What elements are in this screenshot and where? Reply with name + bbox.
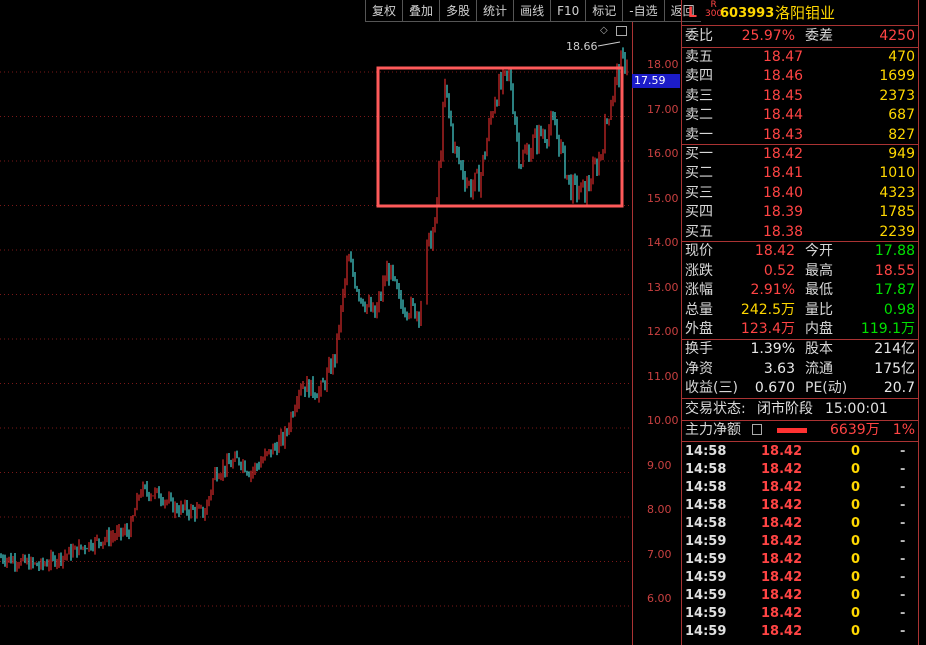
axis-tick-label: 17.00 [647,102,679,116]
ask-row[interactable]: 卖一 18.43 827 [685,126,915,145]
trade-tick-row: 14:59 18.42 0- [685,624,906,639]
axis-tick-label: 16.00 [647,147,679,160]
bid-row[interactable]: 买二 18.41 1010 [685,164,915,183]
trade-tick-row: 14:59 18.42 0- [685,588,906,603]
high-annotation: 18.66 [566,40,598,53]
bid-row[interactable]: 买五 18.38 2239 [685,223,915,242]
quote-panel: L R 300 603993 洛阳钼业 委比 25.97% 委差 4250 卖五… [681,0,919,645]
toolbar-button-4[interactable]: 画线 [513,0,551,22]
axis-tick-label: 7.00 [647,547,672,561]
trade-tick-row: 14:59 18.42 0- [685,570,906,585]
toolbar-button-7[interactable]: -自选 [622,0,664,22]
axis-tick-label: 8.00 [647,503,672,516]
quote-row: 涨跌 0.52 最高 18.55 [685,262,915,279]
stock-header: L R 300 603993 洛阳钼业 [685,1,915,24]
axis-tick-label: 15.00 [647,191,679,205]
trade-tick-row: 14:59 18.42 0- [685,552,906,567]
quote-row: 外盘 123.4万 内盘 119.1万 [685,321,915,337]
toolbar-button-6[interactable]: 标记 [585,0,623,22]
side-tab-strip[interactable] [918,0,926,645]
flow-bar [777,428,807,433]
toolbar-button-2[interactable]: 多股 [439,0,477,22]
trade-tick-row: 14:58 18.42 0- [685,498,906,513]
stock-name: 洛阳钼业 [775,4,836,22]
diamond-icon[interactable]: ◇ [600,25,608,36]
bid-row[interactable]: 买一 18.42 949 [685,145,915,164]
window-icon[interactable] [616,26,627,36]
trade-tick-row: 14:59 18.42 0- [685,534,906,549]
quote-row: 涨幅 2.91% 最低 17.87 [685,282,915,298]
axis-tick-label: 9.00 [647,458,672,472]
toolbar-button-5[interactable]: F10 [550,0,586,22]
trade-status-row: 交易状态: 闭市阶段 15:00:01 [685,401,888,417]
bid-row[interactable]: 买四 18.39 1785 [685,203,915,222]
stock-code: 603993 [720,6,775,21]
trade-tick-row: 14:58 18.42 0- [685,444,906,459]
trade-tick-row: 14:59 18.42 0- [685,606,906,621]
chart-toolbar: 复权 叠加 多股 统计 画线 F10 标记 -自选 返回 [365,0,701,22]
axis-tick-label: 11.00 [647,369,679,383]
bid-row[interactable]: 买三 18.40 4323 [685,184,915,203]
axis-tick-label: 6.00 [647,592,672,605]
current-price-tag: 17.59 [632,74,680,88]
quote-row: 现价 18.42 今开 17.88 [685,243,915,259]
high-arrow [597,41,621,47]
fundamental-row: 净资 3.63 流通 175亿 [685,360,915,377]
toolbar-button-0[interactable]: 复权 [365,0,403,22]
trade-tick-row: 14:58 18.42 0- [685,480,906,495]
main-flow-row: 主力净额 6639万 1% [685,422,915,438]
quote-row: 总量 242.5万 量比 0.98 [685,301,915,318]
ask-row[interactable]: 卖二 18.44 687 [685,106,915,125]
axis-tick-label: 18.00 [647,58,679,71]
fundamental-row: 收益(三) 0.670 PE(动) 20.7 [685,380,915,396]
market-prefix: L [688,5,697,21]
fundamental-row: 换手 1.39% 股本 214亿 [685,341,915,357]
chart-canvas [0,41,632,607]
ask-row[interactable]: 卖五 18.47 470 [685,48,915,67]
axis-tick-label: 13.00 [647,280,679,294]
axis-tick-label: 12.00 [647,325,679,338]
axis-tick-label: 10.00 [647,414,679,427]
toolbar-button-1[interactable]: 叠加 [402,0,440,22]
ask-row[interactable]: 卖四 18.46 1699 [685,67,915,86]
candlestick-chart[interactable]: 18.66 ◇ [0,0,632,645]
axis-tick-label: 14.00 [647,236,679,249]
toolbar-button-3[interactable]: 统计 [476,0,514,22]
trade-tick-row: 14:58 18.42 0- [685,462,906,477]
flow-menu-icon[interactable] [752,424,762,435]
ask-row[interactable]: 卖三 18.45 2373 [685,87,915,106]
price-axis: 18.00 17.00 16.00 15.00 14.00 13.00 12.00 11.00… [632,22,681,645]
weibi-row: 委比 25.97% 委差 4250 [685,28,915,44]
trade-tick-row: 14:58 18.42 0- [685,516,906,531]
